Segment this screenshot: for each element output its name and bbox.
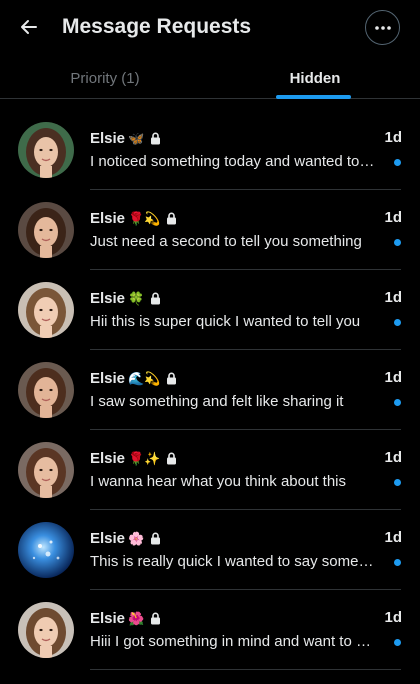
avatar[interactable] — [18, 202, 74, 258]
message-preview: I wanna hear what you think about this — [90, 473, 346, 490]
conversation-row[interactable]: Elsie 🍀 1d Hii this is super quick I wan… — [0, 270, 420, 350]
name-line: Elsie 🌹✨ — [90, 449, 177, 467]
active-tab-indicator — [276, 95, 351, 99]
display-name: Elsie — [90, 609, 126, 627]
name-line: Elsie 🌺 — [90, 609, 161, 627]
lock-icon — [150, 132, 161, 145]
message-preview: I noticed something today and wanted to … — [90, 153, 377, 170]
name-line: Elsie 🍀 — [90, 289, 161, 307]
row-divider — [90, 669, 401, 670]
message-preview: Hii this is super quick I wanted to tell… — [90, 313, 361, 330]
message-preview: Hiii I got something in mind and want to… — [90, 633, 377, 650]
more-options-button[interactable] — [365, 10, 400, 45]
conversation-row[interactable]: Elsie 🌺 1d Hiii I got something in mind … — [0, 590, 420, 670]
name-line: Elsie 🌸 — [90, 529, 161, 547]
display-name: Elsie — [90, 209, 126, 227]
message-time: 1d — [384, 369, 402, 386]
name-emoji: 🍀 — [128, 291, 145, 307]
name-emojis: 🌹💫 — [128, 210, 160, 227]
message-preview: Just need a second to tell you something — [90, 233, 362, 250]
display-name: Elsie — [90, 529, 126, 547]
tab-priority[interactable]: Priority (1) — [0, 58, 210, 98]
message-time: 1d — [384, 209, 402, 226]
conversation-row[interactable]: Elsie 🌊💫 1d I saw something and felt lik… — [0, 350, 420, 430]
name-emojis: 🦋 — [128, 130, 144, 147]
name-emoji: 🌸 — [128, 531, 145, 547]
display-name: Elsie — [90, 129, 126, 147]
message-time: 1d — [384, 449, 402, 466]
unread-indicator — [394, 559, 401, 566]
name-emoji: 💫 — [144, 211, 161, 227]
conversation-row[interactable]: Elsie 🌹💫 1d Just need a second to tell y… — [0, 190, 420, 270]
message-preview: I saw something and felt like sharing it — [90, 393, 344, 410]
message-time: 1d — [384, 129, 402, 146]
conversation-row[interactable]: Elsie 🌹✨ 1d I wanna hear what you think … — [0, 430, 420, 510]
page-title: Message Requests — [62, 15, 252, 38]
name-emoji: 🦋 — [128, 131, 145, 147]
conversation-row[interactable]: Elsie 🦋 1d I noticed something today and… — [0, 110, 420, 190]
unread-indicator — [394, 239, 401, 246]
display-name: Elsie — [90, 369, 126, 387]
name-line: Elsie 🌹💫 — [90, 209, 177, 227]
conversation-list: Elsie 🦋 1d I noticed something today and… — [0, 110, 420, 670]
avatar[interactable] — [18, 442, 74, 498]
back-button[interactable] — [12, 10, 46, 44]
lock-icon — [166, 372, 177, 385]
unread-indicator — [394, 159, 401, 166]
name-emojis: 🍀 — [128, 290, 144, 307]
name-emojis: 🌺 — [128, 610, 144, 627]
display-name: Elsie — [90, 449, 126, 467]
name-emoji: ✨ — [144, 451, 161, 467]
avatar[interactable] — [18, 362, 74, 418]
avatar[interactable] — [18, 282, 74, 338]
name-emojis: 🌹✨ — [128, 450, 160, 467]
lock-icon — [166, 452, 177, 465]
display-name: Elsie — [90, 289, 126, 307]
unread-indicator — [394, 319, 401, 326]
unread-indicator — [394, 639, 401, 646]
name-line: Elsie 🌊💫 — [90, 369, 177, 387]
name-emojis: 🌊💫 — [128, 370, 160, 387]
message-preview: This is really quick I wanted to say som… — [90, 553, 377, 570]
name-emoji: 💫 — [144, 371, 161, 387]
message-time: 1d — [384, 529, 402, 546]
unread-indicator — [394, 399, 401, 406]
name-emoji: 🌊 — [128, 371, 145, 387]
message-time: 1d — [384, 609, 402, 626]
name-emojis: 🌸 — [128, 530, 144, 547]
name-emoji: 🌹 — [128, 211, 145, 227]
avatar[interactable] — [18, 522, 74, 578]
tab-hidden[interactable]: Hidden — [210, 58, 420, 98]
lock-icon — [166, 212, 177, 225]
message-time: 1d — [384, 289, 402, 306]
arrow-left-icon — [21, 20, 37, 34]
header: Message Requests — [0, 0, 420, 56]
conversation-row[interactable]: Elsie 🌸 1d This is really quick I wanted… — [0, 510, 420, 590]
name-line: Elsie 🦋 — [90, 129, 161, 147]
name-emoji: 🌹 — [128, 451, 145, 467]
lock-icon — [150, 612, 161, 625]
tab-bar: Priority (1) Hidden — [0, 58, 420, 99]
message-requests-screen: Message Requests Priority (1) Hidden Els… — [0, 0, 420, 684]
avatar[interactable] — [18, 122, 74, 178]
lock-icon — [150, 532, 161, 545]
unread-indicator — [394, 479, 401, 486]
avatar[interactable] — [18, 602, 74, 658]
more-horizontal-icon — [374, 25, 391, 30]
lock-icon — [150, 292, 161, 305]
name-emoji: 🌺 — [128, 611, 145, 627]
